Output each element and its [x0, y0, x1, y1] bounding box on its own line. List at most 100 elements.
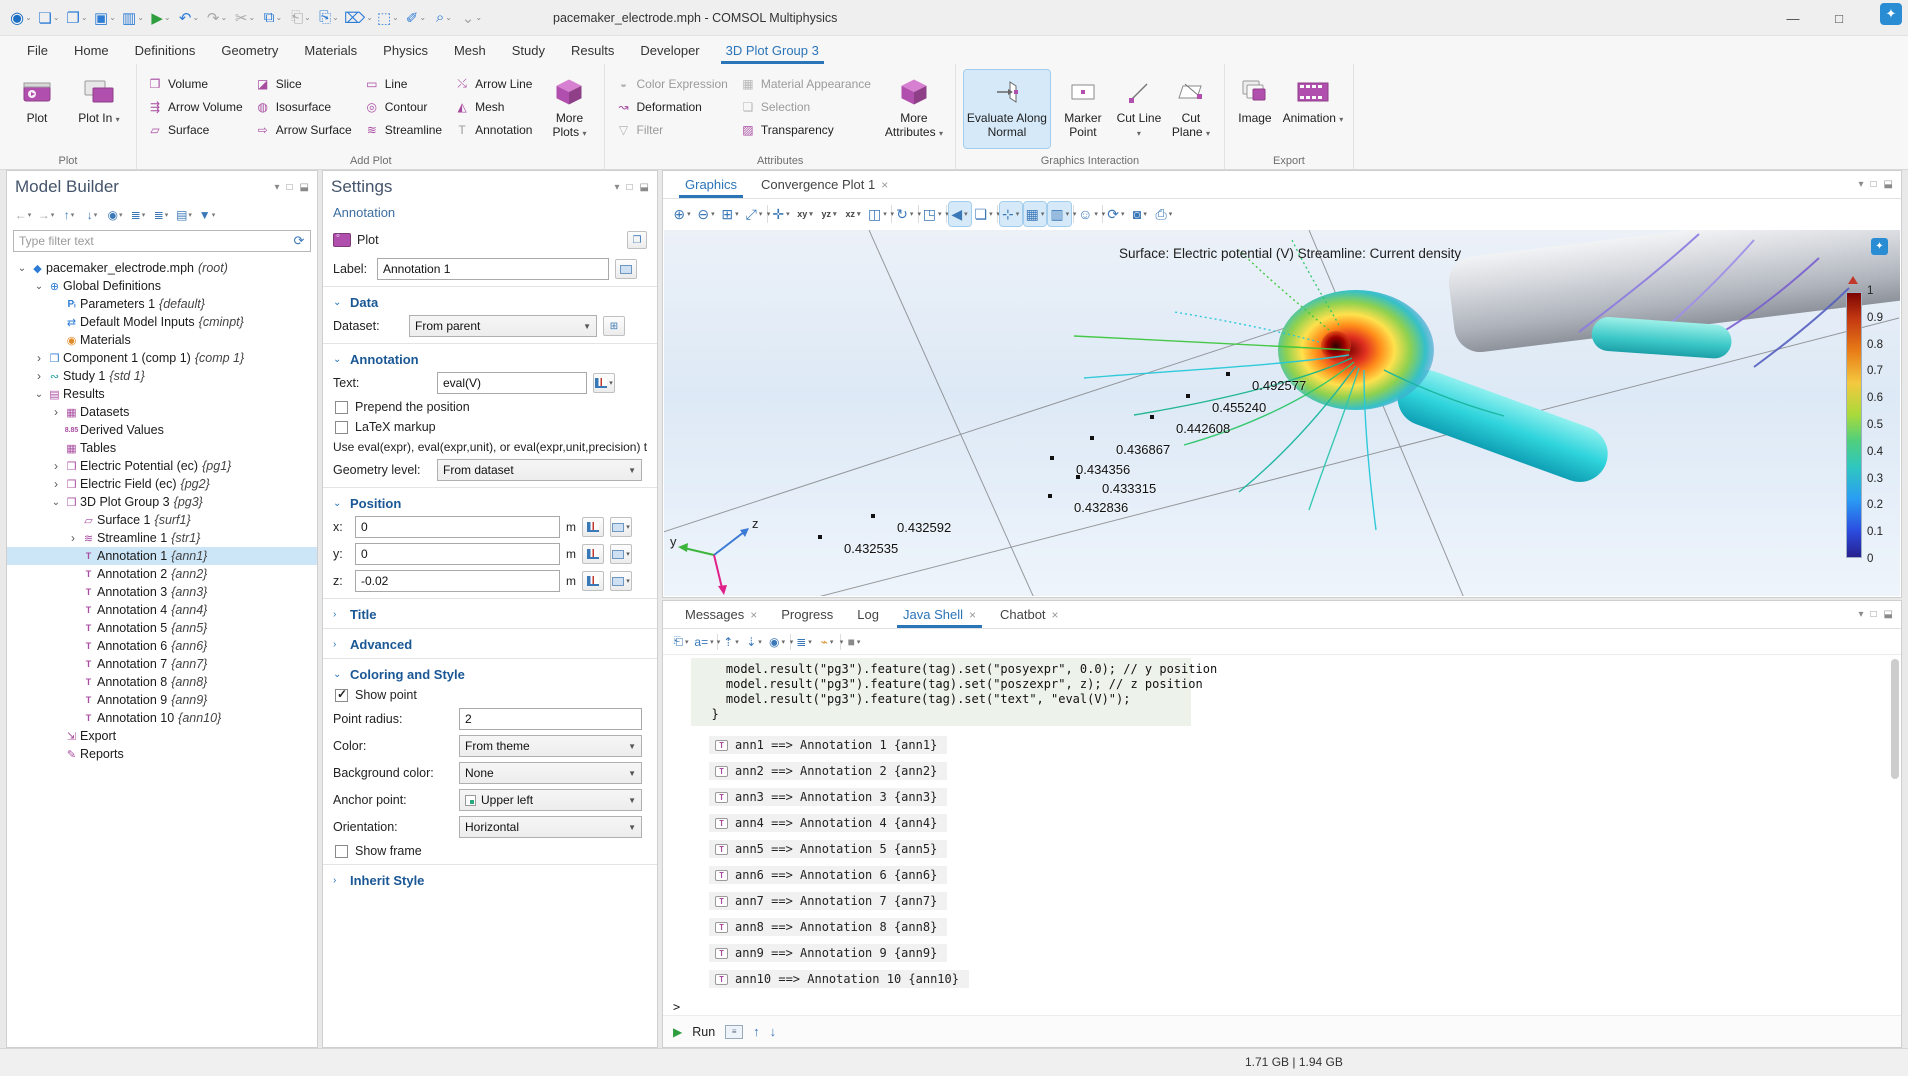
tree-row[interactable]: ▱ Surface 1 {surf1}	[7, 511, 317, 529]
latex-markup-checkbox[interactable]	[335, 421, 348, 434]
panel-menu-icon[interactable]: ▾	[1858, 609, 1863, 620]
zoom-in-icon[interactable]: ⊕▾	[671, 202, 693, 226]
point-radius-field[interactable]: 2	[459, 708, 642, 730]
tree-expand-arrow[interactable]	[49, 497, 63, 508]
tree-row[interactable]: ⇲ Export	[7, 727, 317, 745]
plot-in-button[interactable]: Plot In ▾	[70, 70, 128, 148]
filter-tree-icon[interactable]: ▼▾	[197, 205, 217, 225]
panel-pin-icon[interactable]: ⬓	[640, 182, 649, 193]
camera-icon[interactable]: ◫▾	[866, 202, 889, 226]
cut-icon[interactable]: ✂⌄	[232, 5, 258, 31]
shell-output[interactable]: model.result("pg3").feature(tag).set("po…	[663, 656, 1889, 1013]
ribbon-tab[interactable]: Mesh	[441, 36, 499, 64]
sep[interactable]: ▾	[840, 634, 841, 650]
sound-icon[interactable]: ◀▾	[949, 202, 971, 226]
add-plot-button[interactable]: ⇶ Arrow Volume	[145, 95, 249, 118]
add-plot-button[interactable]: ▭ Line	[362, 72, 448, 95]
minimize-button[interactable]: —	[1770, 0, 1816, 36]
dataset-select[interactable]: From parent▼	[409, 315, 597, 337]
cut-plane-button[interactable]: Cut Plane ▾	[1166, 70, 1216, 148]
tree-row[interactable]: T Annotation 8 {ann8}	[7, 673, 317, 691]
tree-row[interactable]: ⇄ Default Model Inputs {cminpt}	[7, 313, 317, 331]
sep[interactable]: ▾	[1073, 205, 1074, 223]
toggle-colorbar-icon[interactable]: ▥▾	[1048, 202, 1071, 226]
tree-row[interactable]: ❒ Component 1 (comp 1) {comp 1}	[7, 349, 317, 367]
stop-icon[interactable]: ■▾	[844, 632, 864, 652]
save-as-icon[interactable]: ▥⌄	[120, 5, 146, 31]
settings-plot-button[interactable]: Plot	[357, 233, 379, 247]
sep[interactable]: ▾	[997, 205, 998, 223]
attribute-button[interactable]: ▦ Material Appearance	[738, 72, 877, 95]
panel-menu-icon[interactable]: ▾	[1858, 179, 1863, 190]
tree-row[interactable]: T Annotation 3 {ann3}	[7, 583, 317, 601]
attribute-button[interactable]: ◒ Color Expression	[613, 72, 733, 95]
evaluate-along-normal-button[interactable]: Evaluate Along Normal	[964, 70, 1050, 148]
zoom-extents-icon[interactable]: ⤢▾	[743, 202, 765, 226]
tree-expand-arrow[interactable]	[66, 531, 80, 545]
paste-icon[interactable]: ⎗⌄	[288, 5, 314, 31]
section-coloring-style[interactable]: ⌄Coloring and Style	[333, 667, 647, 682]
tree-expand-arrow[interactable]	[32, 389, 46, 400]
add-plot-button[interactable]: ◍ Isosurface	[253, 95, 358, 118]
tree-row[interactable]: ▤ Results	[7, 385, 317, 403]
section-advanced[interactable]: ›Advanced	[333, 637, 647, 652]
cut-line-button[interactable]: Cut Line ▾	[1116, 70, 1162, 148]
rotate-icon[interactable]: ↻▾	[894, 202, 916, 226]
plot-window-icon[interactable]: ❐	[627, 231, 647, 249]
graphics-tab[interactable]: Graphics ×	[673, 171, 749, 198]
attribute-button[interactable]: ↝ Deformation	[613, 95, 733, 118]
tree-row[interactable]: ▦ Tables	[7, 439, 317, 457]
transparency-cube-icon[interactable]: ❏▾	[973, 202, 995, 226]
x-position-field[interactable]: 0	[355, 516, 560, 538]
color-select[interactable]: From theme▼	[459, 735, 642, 757]
attribute-button[interactable]: ❏ Selection	[738, 95, 877, 118]
field-options-icon[interactable]: ▾	[610, 544, 632, 564]
add-plot-button[interactable]: ▱ Surface	[145, 118, 249, 141]
tree-expand-arrow[interactable]	[15, 263, 29, 274]
tree-row[interactable]: T Annotation 5 {ann5}	[7, 619, 317, 637]
tree-row[interactable]: ≋ Streamline 1 {str1}	[7, 529, 317, 547]
redo-icon[interactable]: ↷⌄	[204, 5, 230, 31]
plot-button[interactable]: Plot	[8, 70, 66, 148]
console-tab[interactable]: Progress ×	[769, 601, 845, 628]
add-plot-button[interactable]: ❒ Volume	[145, 72, 249, 95]
tree-row[interactable]: ❒ Electric Potential (ec) {pg1}	[7, 457, 317, 475]
sep[interactable]: ▾	[891, 205, 892, 223]
ribbon-tab[interactable]: Results	[558, 36, 627, 64]
tree-row[interactable]: Pᵢ Parameters 1 {default}	[7, 295, 317, 313]
tree-expand-arrow[interactable]	[32, 281, 46, 292]
list-icon[interactable]: ≣▾	[794, 632, 814, 652]
tree-row[interactable]: T Annotation 1 {ann1}	[7, 547, 317, 565]
add-plot-button[interactable]: ◪ Slice	[253, 72, 358, 95]
save-icon[interactable]: ▣⌄	[92, 5, 118, 31]
quick-help-icon[interactable]: ✦	[1880, 3, 1902, 25]
import-file-icon[interactable]: ⎗▾	[671, 632, 691, 652]
move-up-icon[interactable]: ↑▾	[59, 205, 79, 225]
console-tab[interactable]: Messages ×	[673, 601, 769, 628]
tree-row[interactable]: T Annotation 6 {ann6}	[7, 637, 317, 655]
ribbon-tab[interactable]: Home	[61, 36, 122, 64]
print-icon[interactable]: ⎙▾	[1153, 202, 1175, 226]
panel-float-icon[interactable]: □	[627, 182, 633, 193]
tree-filter-input[interactable]	[14, 234, 288, 248]
indent-up-icon[interactable]: ⇡▾	[721, 632, 741, 652]
ribbon-tab[interactable]: File	[14, 36, 61, 64]
new-file-icon[interactable]: ❏⌄	[36, 5, 62, 31]
marker-point-button[interactable]: Marker Point	[1054, 70, 1112, 148]
panel-pin-icon[interactable]: ⬓	[1884, 179, 1893, 190]
anchor-point-select[interactable]: Upper left▼	[459, 789, 642, 811]
tree-row[interactable]: ∾ Study 1 {std 1}	[7, 367, 317, 385]
tree-row[interactable]: ◆ pacemaker_electrode.mph (root)	[7, 259, 317, 277]
show-frame-checkbox[interactable]	[335, 845, 348, 858]
select-box-icon[interactable]: ⬚⌄	[375, 5, 401, 31]
add-plot-button[interactable]: ≋ Streamline	[362, 118, 448, 141]
run-button[interactable]: Run	[692, 1025, 715, 1039]
ribbon-tab[interactable]: 3D Plot Group 3	[713, 36, 832, 64]
tree-expand-arrow[interactable]	[49, 477, 63, 491]
ribbon-tab[interactable]: Developer	[627, 36, 712, 64]
history-up-icon[interactable]: ↑	[753, 1024, 760, 1039]
sep[interactable]: ▾	[1102, 205, 1103, 223]
duplicate-icon[interactable]: ⎘⌄	[316, 5, 342, 31]
close-icon[interactable]: ×	[750, 608, 757, 622]
tree-row[interactable]: ❒ Electric Field (ec) {pg2}	[7, 475, 317, 493]
